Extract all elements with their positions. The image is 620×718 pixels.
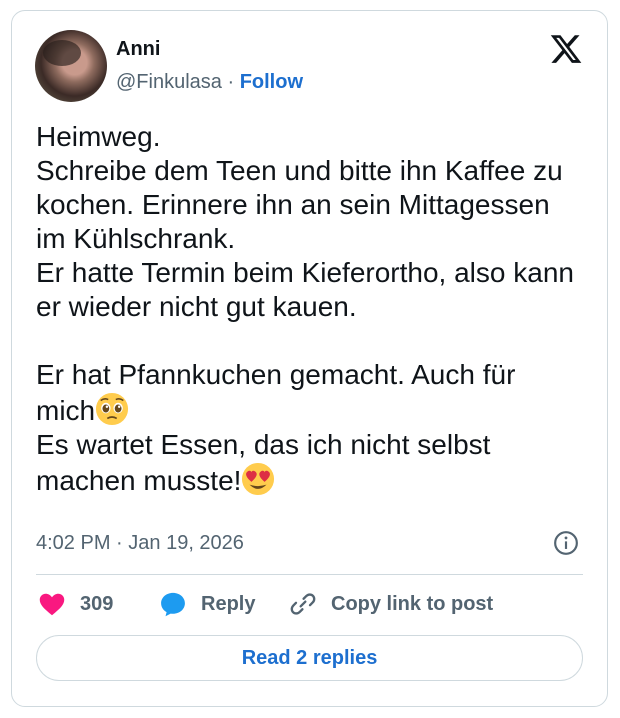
pleading-face-emoji (96, 392, 129, 426)
copy-link-button[interactable]: Copy link to post (289, 588, 493, 620)
copy-link-label: Copy link to post (331, 592, 494, 615)
author-name[interactable]: Anni (116, 37, 160, 61)
reply-button[interactable]: Reply (159, 588, 255, 620)
read-replies-label: Read 2 replies (241, 646, 378, 669)
author-handle-row: @Finkulasa · Follow (116, 70, 303, 94)
divider (36, 574, 583, 575)
like-count: 309 (80, 592, 114, 615)
heart-eyes-emoji (242, 462, 275, 496)
read-replies-button[interactable]: Read 2 replies (36, 635, 583, 681)
speech-bubble-icon (161, 592, 185, 617)
x-logo-icon[interactable] (549, 32, 583, 66)
avatar[interactable] (35, 30, 107, 102)
like-button[interactable]: 309 (38, 588, 113, 620)
tweet-timestamp[interactable]: 4:02 PM · Jan 19, 2026 (36, 530, 244, 556)
action-bar: 309 Reply Copy link to post (36, 588, 583, 620)
info-icon[interactable] (553, 530, 579, 556)
heart-icon (39, 593, 65, 616)
author-handle[interactable]: @Finkulasa (116, 71, 222, 93)
timestamp-separator: · (110, 532, 129, 554)
handle-separator: · (221, 71, 240, 93)
tweet-text-main: Heimweg. Schreibe dem Teen und bitte ihn… (36, 121, 574, 426)
tweet-time[interactable]: 4:02 PM (36, 532, 110, 554)
follow-link[interactable]: Follow (240, 71, 303, 93)
link-icon (290, 593, 316, 615)
tweet-date[interactable]: Jan 19, 2026 (128, 532, 244, 554)
reply-label: Reply (201, 592, 256, 615)
tweet-text: Heimweg. Schreibe dem Teen und bitte ihn… (36, 120, 576, 498)
